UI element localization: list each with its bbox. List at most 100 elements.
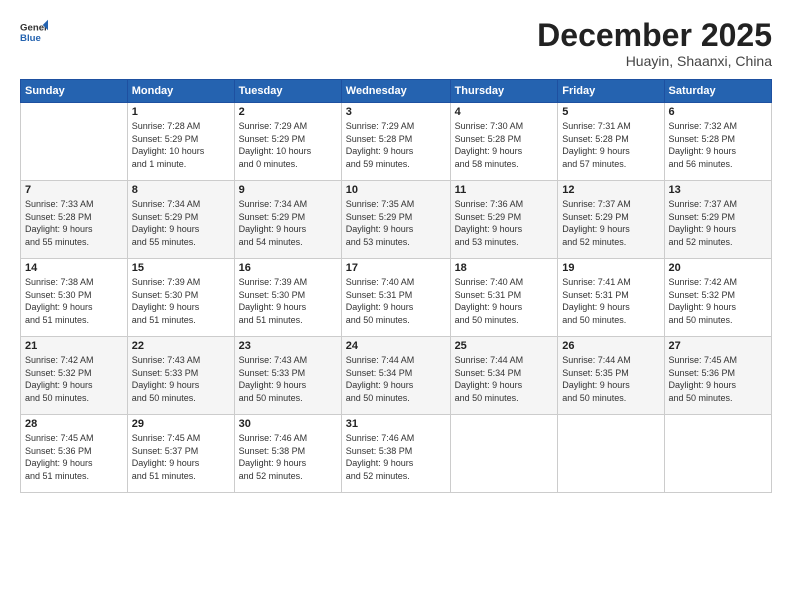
day-number: 8 [132, 184, 230, 196]
svg-text:General: General [20, 22, 48, 33]
day-number: 9 [239, 184, 337, 196]
calendar-cell [450, 415, 558, 493]
weekday-header-sunday: Sunday [21, 80, 128, 103]
day-detail: Sunrise: 7:30 AM Sunset: 5:28 PM Dayligh… [455, 120, 554, 170]
day-number: 27 [669, 340, 767, 352]
calendar-cell: 20Sunrise: 7:42 AM Sunset: 5:32 PM Dayli… [664, 259, 771, 337]
calendar-cell: 8 Sunrise: 7:34 AM Sunset: 5:29 PM Daylig… [127, 181, 234, 259]
day-number: 14 [25, 262, 123, 274]
day-number: 12 [562, 184, 659, 196]
day-detail: Sunrise: 7:44 AM Sunset: 5:35 PM Dayligh… [562, 354, 659, 404]
weekday-header-wednesday: Wednesday [341, 80, 450, 103]
day-detail: Sunrise: 7:42 AM Sunset: 5:32 PM Dayligh… [669, 276, 767, 326]
day-number: 19 [562, 262, 659, 274]
day-detail: Sunrise: 7:40 AM Sunset: 5:31 PM Dayligh… [455, 276, 554, 326]
day-number: 7 [25, 184, 123, 196]
calendar-cell: 6 Sunrise: 7:32 AM Sunset: 5:28 PM Daylig… [664, 103, 771, 181]
weekday-header-saturday: Saturday [664, 80, 771, 103]
day-detail: Sunrise: 7:43 AM Sunset: 5:33 PM Dayligh… [239, 354, 337, 404]
day-number: 21 [25, 340, 123, 352]
month-title: December 2025 [537, 18, 772, 53]
location: Huayin, Shaanxi, China [537, 53, 772, 69]
calendar-cell: 31 Sunrise: 7:46 AM Sunset: 5:38 PM Dayli… [341, 415, 450, 493]
calendar-cell: 19 Sunrise: 7:41 AM Sunset: 5:31 PM Dayli… [558, 259, 664, 337]
title-block: December 2025 Huayin, Shaanxi, China [537, 18, 772, 69]
logo: General Blue [20, 18, 48, 46]
weekday-header-monday: Monday [127, 80, 234, 103]
weekday-header-thursday: Thursday [450, 80, 558, 103]
day-detail: Sunrise: 7:44 AM Sunset: 5:34 PM Dayligh… [455, 354, 554, 404]
calendar-cell: 17 Sunrise: 7:40 AM Sunset: 5:31 PM Dayli… [341, 259, 450, 337]
calendar-cell: 11 Sunrise: 7:36 AM Sunset: 5:29 PM Dayli… [450, 181, 558, 259]
svg-text:Blue: Blue [20, 33, 41, 44]
day-number: 24 [346, 340, 446, 352]
logo-icon: General Blue [20, 18, 48, 46]
calendar-cell: 26 Sunrise: 7:44 AM Sunset: 5:35 PM Dayli… [558, 337, 664, 415]
calendar-cell: 9 Sunrise: 7:34 AM Sunset: 5:29 PM Daylig… [234, 181, 341, 259]
day-number: 28 [25, 418, 123, 430]
day-detail: Sunrise: 7:45 AM Sunset: 5:37 PM Dayligh… [132, 432, 230, 482]
day-detail: Sunrise: 7:42 AM Sunset: 5:32 PM Dayligh… [25, 354, 123, 404]
day-number: 22 [132, 340, 230, 352]
day-number: 26 [562, 340, 659, 352]
day-number: 10 [346, 184, 446, 196]
calendar-cell: 13 Sunrise: 7:37 AM Sunset: 5:29 PM Dayli… [664, 181, 771, 259]
day-detail: Sunrise: 7:37 AM Sunset: 5:29 PM Dayligh… [669, 198, 767, 248]
day-number: 4 [455, 106, 554, 118]
calendar-cell: 16Sunrise: 7:39 AM Sunset: 5:30 PM Dayli… [234, 259, 341, 337]
day-detail: Sunrise: 7:28 AM Sunset: 5:29 PM Dayligh… [132, 120, 230, 170]
day-number: 13 [669, 184, 767, 196]
day-number: 17 [346, 262, 446, 274]
day-detail: Sunrise: 7:37 AM Sunset: 5:29 PM Dayligh… [562, 198, 659, 248]
calendar-cell: 24Sunrise: 7:44 AM Sunset: 5:34 PM Dayli… [341, 337, 450, 415]
day-detail: Sunrise: 7:35 AM Sunset: 5:29 PM Dayligh… [346, 198, 446, 248]
day-number: 3 [346, 106, 446, 118]
calendar-cell: 30 Sunrise: 7:46 AM Sunset: 5:38 PM Dayli… [234, 415, 341, 493]
day-number: 31 [346, 418, 446, 430]
day-number: 6 [669, 106, 767, 118]
calendar-cell: 10 Sunrise: 7:35 AM Sunset: 5:29 PM Dayli… [341, 181, 450, 259]
weekday-header-friday: Friday [558, 80, 664, 103]
day-detail: Sunrise: 7:32 AM Sunset: 5:28 PM Dayligh… [669, 120, 767, 170]
calendar-cell: 7 Sunrise: 7:33 AM Sunset: 5:28 PM Daylig… [21, 181, 128, 259]
day-detail: Sunrise: 7:41 AM Sunset: 5:31 PM Dayligh… [562, 276, 659, 326]
day-number: 30 [239, 418, 337, 430]
day-detail: Sunrise: 7:29 AM Sunset: 5:29 PM Dayligh… [239, 120, 337, 170]
day-detail: Sunrise: 7:46 AM Sunset: 5:38 PM Dayligh… [239, 432, 337, 482]
day-detail: Sunrise: 7:46 AM Sunset: 5:38 PM Dayligh… [346, 432, 446, 482]
day-number: 16 [239, 262, 337, 274]
day-detail: Sunrise: 7:38 AM Sunset: 5:30 PM Dayligh… [25, 276, 123, 326]
calendar-cell [558, 415, 664, 493]
calendar-cell: 15 Sunrise: 7:39 AM Sunset: 5:30 PM Dayli… [127, 259, 234, 337]
calendar-cell: 25Sunrise: 7:44 AM Sunset: 5:34 PM Dayli… [450, 337, 558, 415]
calendar-cell: 21 Sunrise: 7:42 AM Sunset: 5:32 PM Dayli… [21, 337, 128, 415]
day-detail: Sunrise: 7:45 AM Sunset: 5:36 PM Dayligh… [669, 354, 767, 404]
calendar-cell: 18 Sunrise: 7:40 AM Sunset: 5:31 PM Dayli… [450, 259, 558, 337]
calendar-cell: 12 Sunrise: 7:37 AM Sunset: 5:29 PM Dayli… [558, 181, 664, 259]
weekday-header-tuesday: Tuesday [234, 80, 341, 103]
day-detail: Sunrise: 7:31 AM Sunset: 5:28 PM Dayligh… [562, 120, 659, 170]
day-detail: Sunrise: 7:43 AM Sunset: 5:33 PM Dayligh… [132, 354, 230, 404]
calendar-cell: 22 Sunrise: 7:43 AM Sunset: 5:33 PM Dayli… [127, 337, 234, 415]
day-number: 18 [455, 262, 554, 274]
day-number: 29 [132, 418, 230, 430]
day-detail: Sunrise: 7:34 AM Sunset: 5:29 PM Dayligh… [239, 198, 337, 248]
calendar-table: SundayMondayTuesdayWednesdayThursdayFrid… [20, 79, 772, 493]
day-detail: Sunrise: 7:34 AM Sunset: 5:29 PM Dayligh… [132, 198, 230, 248]
day-detail: Sunrise: 7:36 AM Sunset: 5:29 PM Dayligh… [455, 198, 554, 248]
day-detail: Sunrise: 7:39 AM Sunset: 5:30 PM Dayligh… [132, 276, 230, 326]
day-number: 1 [132, 106, 230, 118]
day-detail: Sunrise: 7:33 AM Sunset: 5:28 PM Dayligh… [25, 198, 123, 248]
day-number: 2 [239, 106, 337, 118]
calendar-cell: 5 Sunrise: 7:31 AM Sunset: 5:28 PM Daylig… [558, 103, 664, 181]
day-number: 5 [562, 106, 659, 118]
calendar-cell [664, 415, 771, 493]
day-detail: Sunrise: 7:40 AM Sunset: 5:31 PM Dayligh… [346, 276, 446, 326]
day-number: 15 [132, 262, 230, 274]
calendar-cell: 27 Sunrise: 7:45 AM Sunset: 5:36 PM Dayli… [664, 337, 771, 415]
day-number: 23 [239, 340, 337, 352]
day-number: 11 [455, 184, 554, 196]
day-detail: Sunrise: 7:29 AM Sunset: 5:28 PM Dayligh… [346, 120, 446, 170]
calendar-cell: 4 Sunrise: 7:30 AM Sunset: 5:28 PM Daylig… [450, 103, 558, 181]
calendar-cell: 29 Sunrise: 7:45 AM Sunset: 5:37 PM Dayli… [127, 415, 234, 493]
